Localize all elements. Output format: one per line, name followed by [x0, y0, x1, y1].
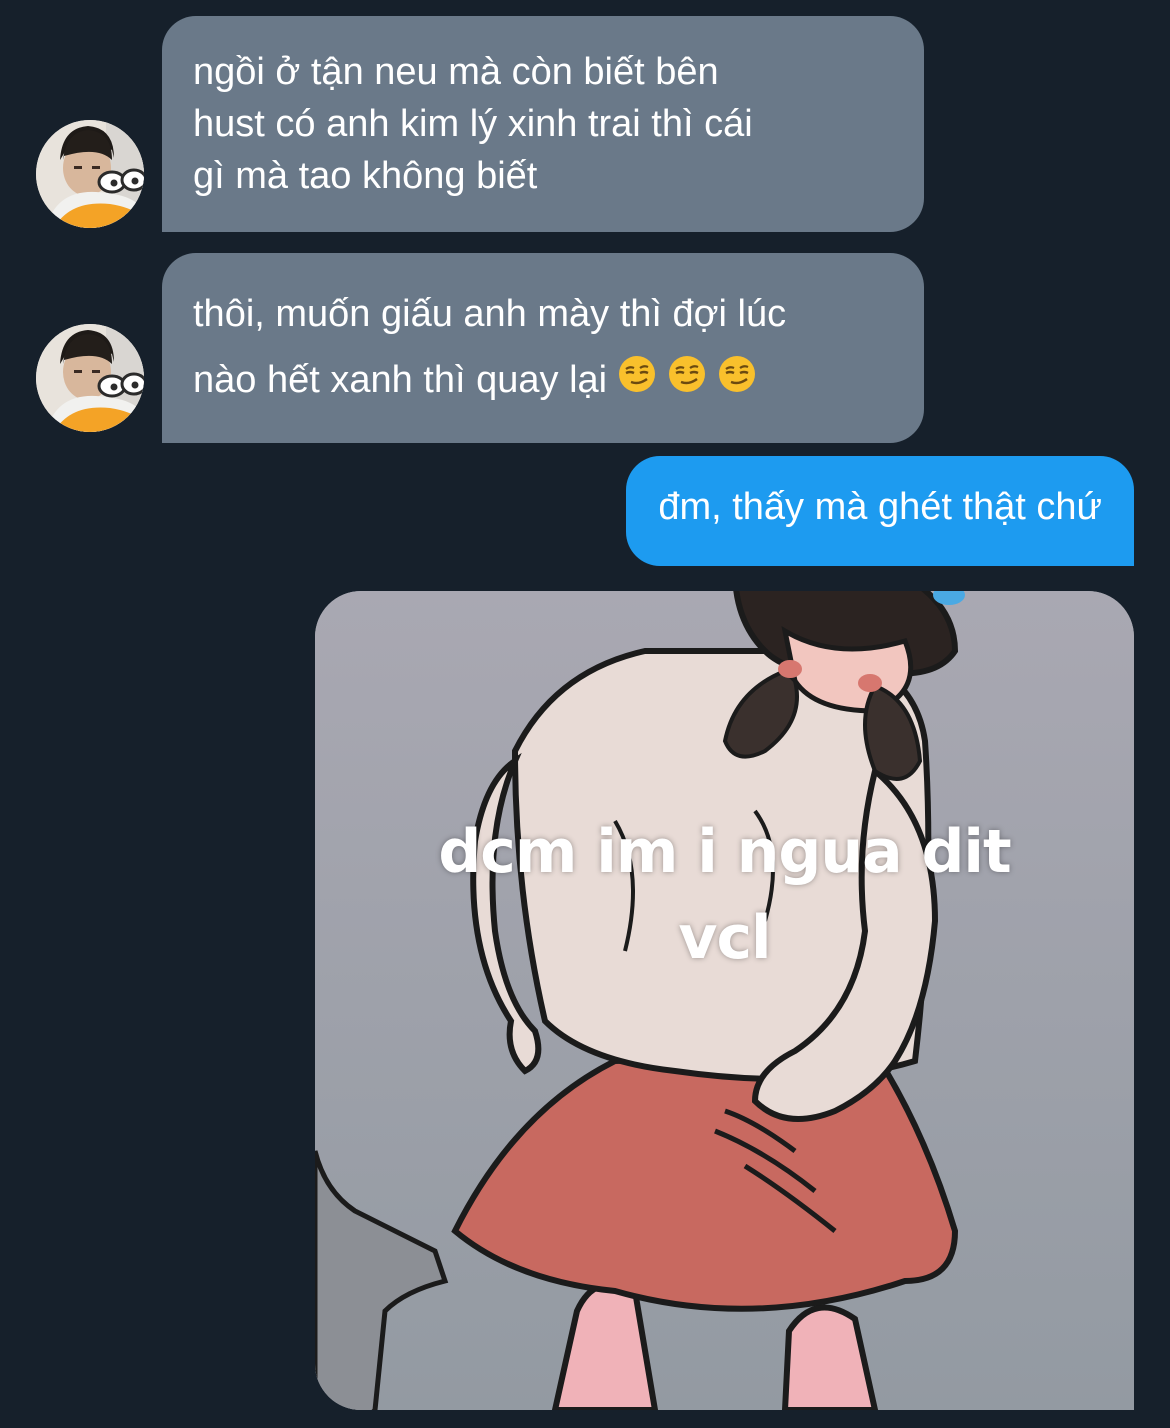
outgoing-image-message[interactable]: dcm im i ngua dit vcl [315, 591, 1134, 1410]
incoming-message-bubble[interactable]: thôi, muốn giấu anh mày thì đợi lúc nào … [162, 253, 924, 443]
smirking-face-icon [617, 349, 657, 415]
outgoing-message-bubble[interactable]: đm, thấy mà ghét thật chứ [626, 456, 1134, 566]
message-text-line: gì mà tao không biết [193, 155, 538, 197]
message-text-line: hust có anh kim lý xinh trai thì cái [193, 103, 753, 145]
message-text-line: nào hết xanh thì quay lại [193, 347, 894, 415]
meme-caption: dcm im i ngua dit vcl [315, 809, 1134, 981]
meme-caption-line: dcm im i ngua dit [438, 817, 1011, 887]
message-text-segment: nào hết xanh thì quay lại [193, 359, 608, 401]
message-text-line: đm, thấy mà ghét thật chứ [658, 486, 1102, 528]
avatar-photo [36, 324, 144, 432]
dm-conversation: ngồi ở tận neu mà còn biết bên hust có a… [0, 0, 1170, 1428]
message-text-line: thôi, muốn giấu anh mày thì đợi lúc [193, 293, 787, 335]
sender-avatar[interactable] [36, 120, 144, 228]
meme-caption-line: vcl [678, 903, 771, 973]
incoming-message-bubble[interactable]: ngồi ở tận neu mà còn biết bên hust có a… [162, 16, 924, 232]
sender-avatar[interactable] [36, 324, 144, 432]
smirking-face-icon [667, 349, 707, 415]
avatar-photo [36, 120, 144, 228]
message-text-line: ngồi ở tận neu mà còn biết bên [193, 51, 719, 93]
meme-image [315, 591, 1134, 1410]
smirking-face-icon [717, 349, 757, 415]
